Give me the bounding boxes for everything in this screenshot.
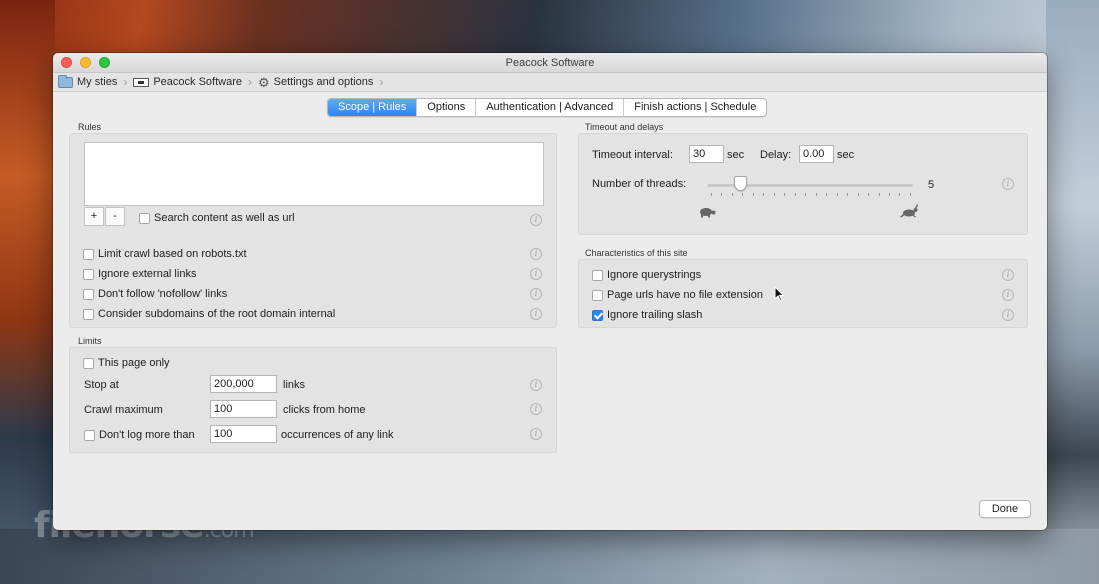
delay-input[interactable]: 0.00 (799, 145, 834, 163)
ignore-querystrings-checkbox[interactable] (592, 269, 603, 281)
rabbit-icon (900, 204, 918, 218)
title-bar: Peacock Software (53, 53, 1047, 73)
ignore-external-checkbox[interactable] (83, 268, 94, 280)
robots-checkbox[interactable] (83, 248, 94, 260)
limits-panel: This page only Stop at 200,000 links i C… (69, 347, 557, 453)
info-icon[interactable]: i (530, 403, 542, 415)
timeout-section-title: Timeout and delays (585, 122, 664, 132)
chevron-right-icon: › (123, 75, 128, 89)
ignore-trailing-slash-checkbox[interactable] (592, 309, 603, 321)
info-icon[interactable]: i (1002, 269, 1014, 281)
crawl-maximum-unit: clicks from home (283, 404, 366, 416)
settings-window: Peacock Software My sties › Peacock Soft… (53, 53, 1047, 530)
breadcrumb: My sties › Peacock Software › ⚙ Settings… (53, 73, 1047, 92)
no-file-extension-checkbox[interactable] (592, 289, 603, 301)
chevron-right-icon: › (248, 75, 252, 89)
tab-scope-rules[interactable]: Scope | Rules (328, 99, 418, 116)
stop-at-input[interactable]: 200,000 (210, 375, 277, 393)
dont-log-checkbox[interactable] (84, 429, 95, 441)
subdomains-checkbox[interactable] (83, 308, 94, 320)
info-icon[interactable]: i (530, 308, 542, 320)
chevron-right-icon: › (379, 75, 384, 89)
rules-list[interactable] (84, 142, 544, 206)
delay-unit: sec (837, 149, 855, 161)
done-button[interactable]: Done (979, 500, 1031, 518)
timeout-interval-label: Timeout interval: (592, 149, 673, 161)
crawl-maximum-input[interactable]: 100 (210, 400, 277, 418)
rules-section-title: Rules (78, 122, 102, 132)
timeout-panel: Timeout interval: 30 sec Delay: 0.00 sec… (578, 133, 1028, 235)
breadcrumb-item-settings[interactable]: ⚙ Settings and options (258, 76, 379, 89)
window-title: Peacock Software (505, 57, 595, 69)
this-page-only-checkbox[interactable] (83, 357, 94, 369)
info-icon[interactable]: i (530, 268, 542, 280)
ignore-querystrings-option[interactable]: Ignore querystrings (592, 269, 701, 281)
timeout-interval-unit: sec (727, 149, 745, 161)
folder-icon (58, 74, 73, 88)
timeout-interval-input[interactable]: 30 (689, 145, 724, 163)
tab-finish-actions-schedule[interactable]: Finish actions | Schedule (624, 99, 766, 116)
mouse-cursor-icon (774, 286, 784, 302)
threads-slider-handle[interactable] (734, 176, 747, 191)
info-icon[interactable]: i (530, 379, 542, 391)
limits-section-title: Limits (78, 336, 102, 346)
dont-log-unit: occurrences of any link (281, 429, 394, 441)
threads-label: Number of threads: (592, 178, 687, 190)
dont-log-input[interactable]: 100 (210, 425, 277, 443)
info-icon[interactable]: i (530, 248, 542, 260)
site-icon (133, 77, 150, 87)
delay-label: Delay: (760, 149, 792, 161)
no-file-extension-option[interactable]: Page urls have no file extension (592, 289, 763, 301)
turtle-icon (700, 208, 716, 218)
window-controls (61, 57, 110, 68)
site-panel: Ignore querystrings i Page urls have no … (578, 259, 1028, 328)
breadcrumb-item-my-sites[interactable]: My sties (58, 74, 123, 88)
tab-bar: Scope | Rules Options Authentication | A… (327, 98, 768, 117)
subdomains-option[interactable]: Consider subdomains of the root domain i… (83, 308, 335, 320)
close-button[interactable] (61, 57, 72, 68)
ignore-external-option[interactable]: Ignore external links (83, 268, 196, 280)
search-content-option[interactable]: Search content as well as url (139, 212, 295, 224)
this-page-only-option[interactable]: This page only (83, 357, 170, 369)
threads-slider-ticks (711, 193, 911, 196)
minimize-button[interactable] (80, 57, 91, 68)
robots-option[interactable]: Limit crawl based on robots.txt (83, 248, 247, 260)
zoom-button[interactable] (99, 57, 110, 68)
info-icon[interactable]: i (1002, 289, 1014, 301)
crawl-maximum-label: Crawl maximum (84, 404, 163, 416)
breadcrumb-item-site[interactable]: Peacock Software (133, 76, 248, 88)
tab-options[interactable]: Options (417, 99, 477, 116)
info-icon[interactable]: i (530, 288, 542, 300)
threads-value: 5 (928, 179, 935, 191)
gear-icon: ⚙ (258, 74, 270, 90)
remove-rule-button[interactable]: - (105, 207, 125, 226)
site-section-title: Characteristics of this site (585, 248, 688, 258)
stop-at-label: Stop at (84, 379, 119, 391)
search-content-checkbox[interactable] (139, 212, 150, 224)
stop-at-unit: links (283, 379, 306, 391)
nofollow-checkbox[interactable] (83, 288, 94, 300)
info-icon[interactable]: i (1002, 309, 1014, 321)
add-rule-button[interactable]: + (84, 207, 104, 226)
info-icon[interactable]: i (1002, 178, 1014, 190)
dont-log-option[interactable]: Don't log more than (84, 429, 195, 441)
ignore-trailing-slash-option[interactable]: Ignore trailing slash (592, 309, 702, 321)
tab-authentication-advanced[interactable]: Authentication | Advanced (476, 99, 625, 116)
rules-panel: + - Search content as well as url i Limi… (69, 133, 557, 328)
nofollow-option[interactable]: Don't follow 'nofollow' links (83, 288, 227, 300)
info-icon[interactable]: i (530, 214, 542, 226)
info-icon[interactable]: i (530, 428, 542, 440)
